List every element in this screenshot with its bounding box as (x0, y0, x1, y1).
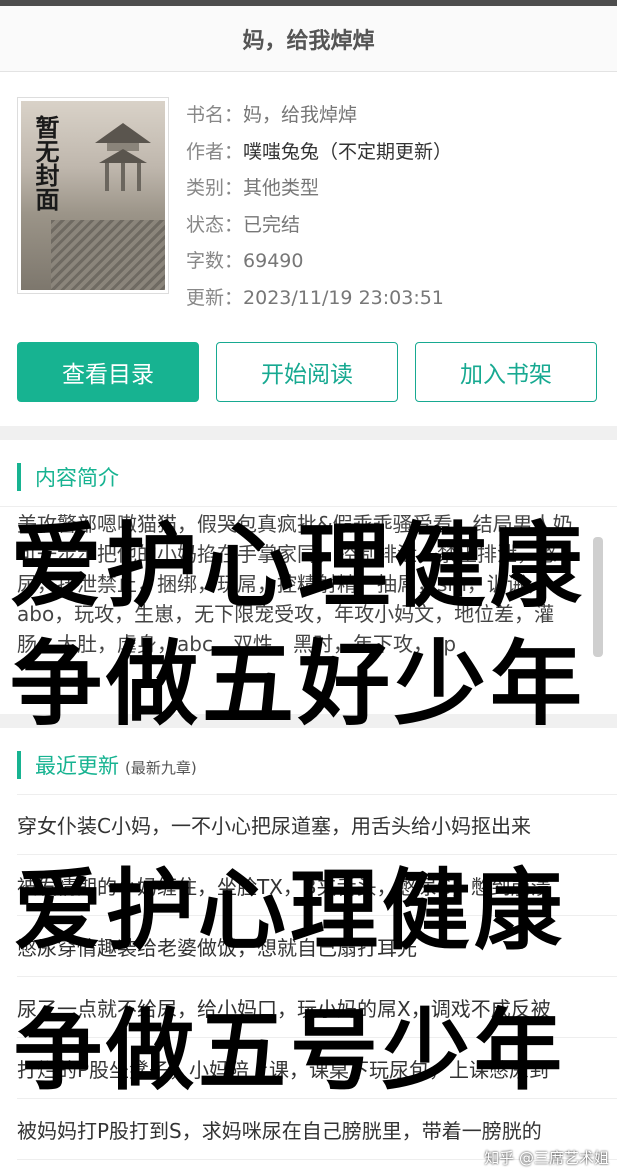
chapter-link[interactable]: 憋尿穿情趣装给老婆做饭，想就自己扇打耳光 (17, 916, 617, 977)
book-cover[interactable]: 暂无封面 (17, 97, 169, 294)
recent-subtitle: (最新九章) (125, 758, 197, 777)
section-divider (0, 714, 617, 728)
book-title: 妈，给我焯焯 (243, 104, 358, 126)
page-title: 妈，给我焯焯 (242, 28, 375, 54)
intro-scrollbar[interactable] (593, 537, 603, 657)
chapter-list: 穿女仆装C小妈，一不小心把尿道塞，用舌头给小妈抠出来 被发情期的小妈缠住，坐脸T… (0, 794, 617, 1160)
book-info: 暂无封面 书名：妈，给我焯焯 作者：噗嗤兔兔（不定期更新） 类别：其他类型 状态… (0, 72, 617, 312)
book-meta: 书名：妈，给我焯焯 作者：噗嗤兔兔（不定期更新） 类别：其他类型 状态：已完结 … (169, 97, 452, 312)
intro-section-header: 内容简介 (0, 440, 617, 506)
meta-label: 作者： (186, 140, 244, 163)
meta-words-row: 字数：69490 (186, 243, 452, 280)
start-reading-button[interactable]: 开始阅读 (216, 342, 398, 402)
recent-title: 最近更新 (35, 754, 119, 778)
book-status: 已完结 (243, 213, 301, 236)
chapter-link[interactable]: 被发情期的小妈缠住，坐脸TX，B夹舌头，憋尿C，憋到崩溃 (17, 855, 617, 916)
meta-label: 字数： (186, 250, 244, 272)
cover-image: 暂无封面 (21, 101, 165, 290)
recent-section-header: 最近更新 (最新九章) (0, 728, 617, 794)
intro-title: 内容简介 (35, 466, 119, 490)
intro-content[interactable]: 美攻警部嗯嗷猫猫，假哭包真疯批&假乖乖骚受看，结局男人奶可一步步把他的小妈掐在手… (0, 506, 617, 706)
meta-label: 类别： (186, 177, 244, 199)
chapter-link[interactable]: 尿了一点就不给尿，给小妈口，玩小妈的屌X，调戏不成反被 (17, 977, 617, 1038)
pavilion-illustration (95, 123, 151, 191)
book-category: 其他类型 (243, 177, 320, 199)
chapter-link[interactable]: 穿女仆装C小妈，一不小心把尿道塞，用舌头给小妈抠出来 (17, 794, 617, 855)
book-updated-time: 2023/11/19 23:03:51 (243, 286, 444, 309)
cover-placeholder-text: 暂无封面 (31, 115, 59, 211)
cover-roof-tiles (51, 220, 165, 290)
watermark: 知乎 @三席艺术姐 (484, 1149, 609, 1167)
book-word-count: 69490 (243, 250, 304, 272)
view-catalog-button[interactable]: 查看目录 (17, 342, 199, 402)
section-accent-bar (17, 463, 21, 491)
meta-title-row: 书名：妈，给我焯焯 (186, 97, 452, 134)
meta-label: 更新： (186, 286, 244, 309)
book-author-link[interactable]: 噗嗤兔兔（不定期更新） (243, 141, 452, 163)
meta-category-row: 类别：其他类型 (186, 170, 452, 207)
meta-label: 书名： (186, 104, 244, 126)
chapter-link[interactable]: 打烂的P股坐凳子，小妈陪上课，课桌下玩尿包，上课憋尿到 (17, 1038, 617, 1099)
action-buttons: 查看目录 开始阅读 加入书架 (0, 342, 617, 402)
section-divider (0, 426, 617, 440)
section-accent-bar (17, 751, 21, 779)
meta-status-row: 状态：已完结 (186, 207, 452, 244)
add-to-shelf-button[interactable]: 加入书架 (415, 342, 597, 402)
page-header: 妈，给我焯焯 (0, 6, 617, 72)
meta-updated-row: 更新：2023/11/19 23:03:51 (186, 280, 452, 317)
intro-text: 美攻警部嗯嗷猫猫，假哭包真疯批&假乖乖骚受看，结局男人奶可一步步把他的小妈掐在手… (17, 512, 573, 656)
meta-author-row: 作者：噗嗤兔兔（不定期更新） (186, 134, 452, 171)
meta-label: 状态： (186, 213, 244, 236)
